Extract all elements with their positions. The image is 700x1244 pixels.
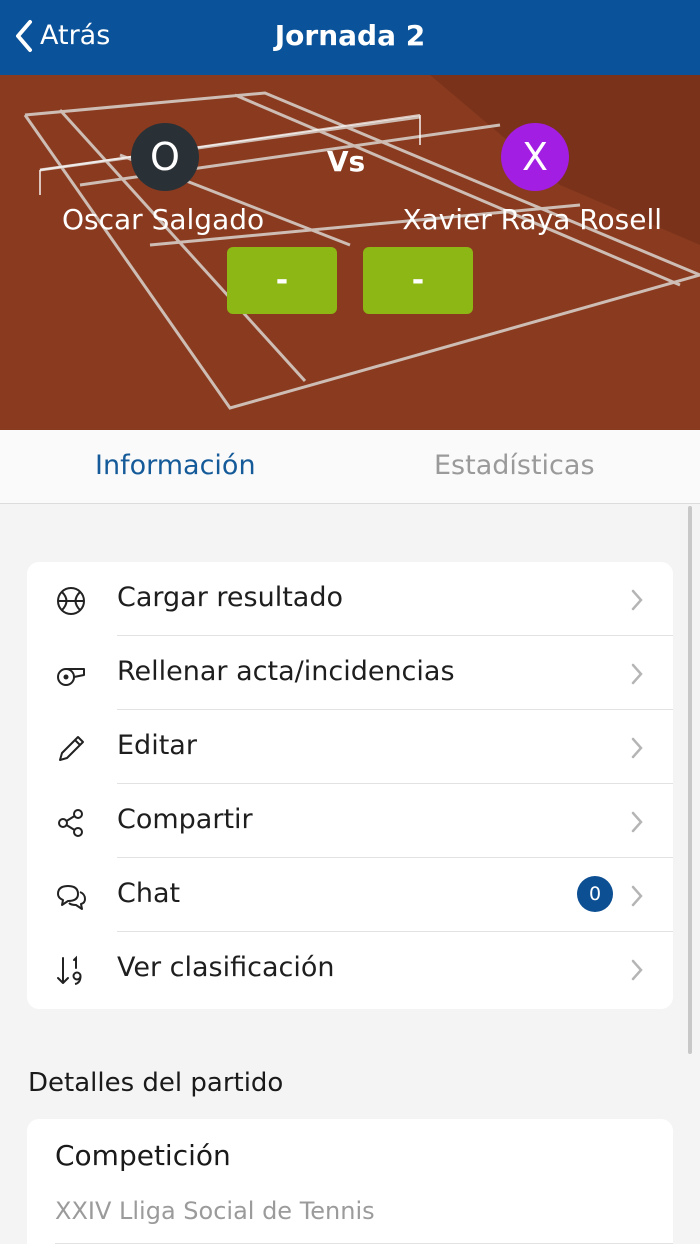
chat-count-badge: 0 <box>577 876 613 912</box>
menu-item-label: Compartir <box>117 804 253 835</box>
menu-item-label: Ver clasificación <box>117 952 335 983</box>
section-title: Detalles del partido <box>28 1068 284 1098</box>
player2-avatar: X <box>501 123 569 191</box>
chevron-right-icon <box>631 959 643 981</box>
tab-informacion[interactable]: Información <box>95 450 256 481</box>
tennis-ball-icon <box>57 587 85 615</box>
top-navigation-bar: Atrás Jornada 2 <box>0 0 700 75</box>
chat-icon <box>57 885 86 910</box>
player1-score[interactable]: - <box>227 247 337 314</box>
tennis-court-background <box>0 75 700 430</box>
actions-menu: Cargar resultado Rellenar acta/incidenci… <box>27 562 673 1009</box>
menu-item-chat[interactable]: Chat 0 <box>27 858 673 932</box>
chevron-right-icon <box>631 663 643 685</box>
page-title: Jornada 2 <box>274 19 426 52</box>
vs-label: Vs <box>326 145 366 178</box>
menu-item-label: Cargar resultado <box>117 582 343 613</box>
scrollbar[interactable] <box>688 506 692 1054</box>
menu-item-label: Editar <box>117 730 197 761</box>
match-details-card: Competición XXIV Lliga Social de Tennis <box>27 1119 673 1244</box>
tab-estadisticas[interactable]: Estadísticas <box>434 450 595 481</box>
competition-label: Competición <box>55 1139 231 1172</box>
menu-item-rellenar-acta[interactable]: Rellenar acta/incidencias <box>27 636 673 710</box>
chevron-right-icon <box>631 737 643 759</box>
competition-value: XXIV Lliga Social de Tennis <box>55 1197 375 1225</box>
player1-name: Oscar Salgado <box>62 203 265 236</box>
sort-ranking-icon <box>57 955 82 985</box>
whistle-icon <box>57 668 85 686</box>
menu-item-compartir[interactable]: Compartir <box>27 784 673 858</box>
player2-name: Xavier Raya Rosell <box>402 203 662 236</box>
tab-bar: Información Estadísticas <box>0 430 700 504</box>
player2-score[interactable]: - <box>363 247 473 314</box>
menu-item-ver-clasificacion[interactable]: Ver clasificación <box>27 932 673 1006</box>
match-header: O Vs X Oscar Salgado Xavier Raya Rosell … <box>0 75 700 430</box>
menu-item-editar[interactable]: Editar <box>27 710 673 784</box>
chevron-right-icon <box>631 811 643 833</box>
menu-item-label: Rellenar acta/incidencias <box>117 656 455 687</box>
player1-avatar: O <box>131 123 199 191</box>
share-icon <box>58 809 83 837</box>
pencil-icon <box>59 736 84 761</box>
menu-item-cargar-resultado[interactable]: Cargar resultado <box>27 562 673 636</box>
chevron-right-icon <box>631 589 643 611</box>
menu-item-label: Chat <box>117 878 181 909</box>
chevron-right-icon <box>631 885 643 907</box>
